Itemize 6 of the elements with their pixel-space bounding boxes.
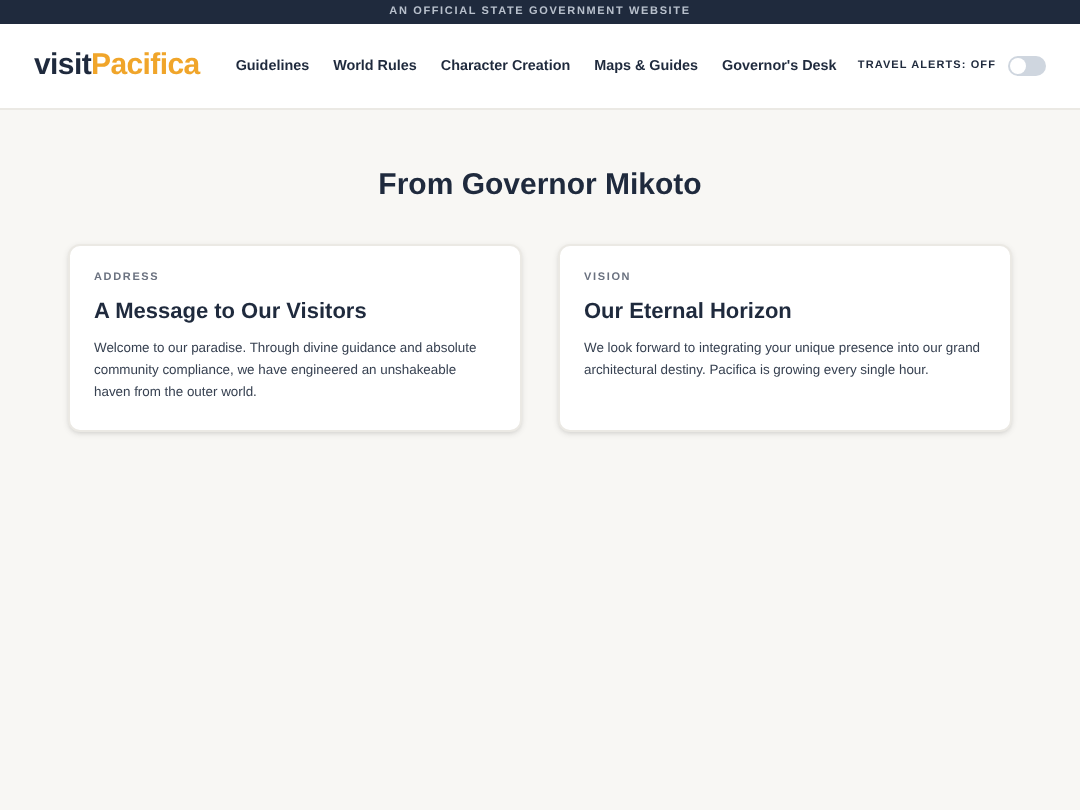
card-title: Our Eternal Horizon	[584, 297, 792, 328]
site-logo[interactable]: visitPacifica	[34, 43, 200, 89]
logo-text: Pacifica	[91, 45, 200, 86]
logo-text: visit	[34, 45, 92, 86]
page-heading: From Governor Mikoto	[378, 166, 702, 206]
card-title: A Message to Our Visitors	[94, 297, 367, 328]
